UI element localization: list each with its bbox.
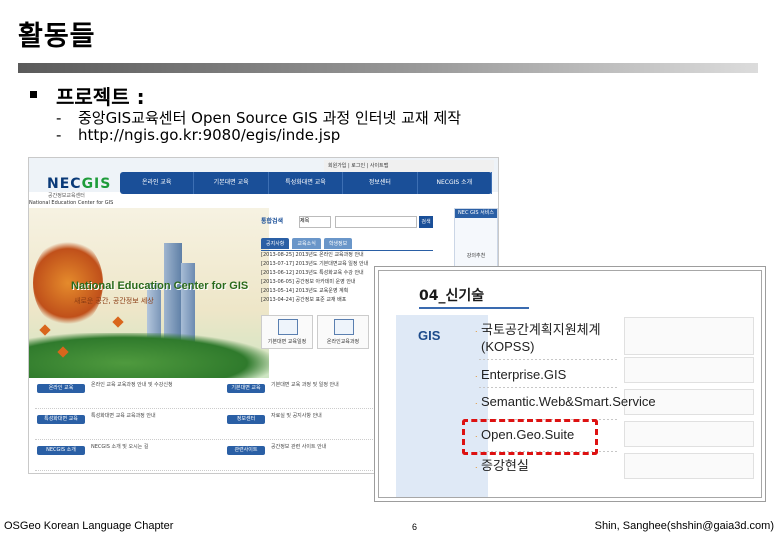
page-number: 6	[412, 522, 418, 532]
footer-right: Shin, Sanghee(shshin@gaia3d.com)	[594, 520, 774, 532]
bullet-dot-icon: .	[475, 324, 478, 334]
hero-banner: National Education Center for GIS 새로운 공간…	[29, 208, 269, 378]
site-breadcrumb: National Education Center for GIS	[29, 200, 114, 206]
side-item: 강의추천	[466, 253, 486, 259]
category-label: GIS	[418, 328, 441, 343]
side-title: NEC GIS 서비스	[455, 209, 497, 218]
list-item-kopss[interactable]: . 국토공간계획지원체계(KOPSS)	[475, 321, 601, 355]
menu-text: 공간정보 관련 사이트 안내	[271, 444, 327, 450]
slide-title: 활동들	[18, 21, 96, 52]
quick-label: 온라인교육과정	[326, 339, 360, 345]
logo-main: NEC	[47, 176, 82, 192]
divider	[479, 387, 619, 388]
menu-text: 특성화대면 교육 교육과정 안내	[91, 413, 156, 419]
site-logo[interactable]: NECGIS	[47, 176, 111, 192]
nav-about[interactable]: NECGIS 소개	[418, 172, 493, 194]
tab-notice[interactable]: 공지사항	[261, 238, 290, 249]
hero-subtitle: 새로운 공간, 공간정보 세상	[74, 297, 154, 305]
side-service-box[interactable]: NEC GIS 서비스 강의추천	[454, 208, 498, 274]
menu-label[interactable]: 온라인 교육	[37, 384, 85, 393]
menu-label[interactable]: 관련사이트	[227, 446, 265, 455]
right-column-cell	[624, 453, 754, 479]
item-text: 국토공간계획지원체계(KOPSS)	[481, 322, 601, 354]
nav-basic[interactable]: 기본대면 교육	[194, 172, 269, 194]
hero-title: National Education Center for GIS	[71, 280, 249, 292]
panel-title: 04_신기술	[419, 285, 529, 309]
nav-special[interactable]: 특성화대면 교육	[269, 172, 344, 194]
quick-link-online[interactable]: 온라인교육과정	[317, 315, 369, 349]
table-row: 온라인 교육 온라인 교육 교육과정 안내 및 수강신청 기본대면 교육 기본대…	[35, 378, 385, 409]
right-column-cell	[624, 421, 754, 447]
menu-text: 기본대면 교육 과정 및 일정 안내	[271, 382, 339, 388]
search-input[interactable]	[335, 216, 417, 228]
nav-info[interactable]: 정보센터	[343, 172, 418, 194]
list-item[interactable]: [2013-07-17] 2013년도 기본대면교육 일정 안내	[261, 260, 433, 269]
tab-edu-news[interactable]: 교육소식	[292, 238, 321, 249]
menu-label[interactable]: 기본대면 교육	[227, 384, 265, 393]
highlight-box	[462, 419, 598, 455]
menu-label[interactable]: 정보센터	[227, 415, 265, 424]
list-item[interactable]: [2013-08-25] 2013년도 온라인 교육과정 안내	[261, 251, 433, 260]
tab-student[interactable]: 학생정보	[323, 238, 353, 249]
news-tabs: 공지사항 교육소식 학생정보	[261, 238, 353, 249]
bullet-dot-icon: .	[475, 460, 478, 470]
site-utility-links[interactable]: 회원가입 | 로그인 | 사이트맵	[324, 160, 494, 172]
menu-label[interactable]: NECGIS 소개	[37, 446, 85, 455]
footer-left: OSGeo Korean Language Chapter	[4, 520, 174, 532]
divider	[479, 359, 619, 360]
list-item-ar[interactable]: . 증강현실	[475, 457, 529, 474]
menu-text: NECGIS 소개 및 오시는 길	[91, 444, 149, 450]
nav-online[interactable]: 온라인 교육	[120, 172, 195, 194]
search-button[interactable]: 검색	[419, 216, 433, 228]
monitor-icon	[334, 319, 354, 335]
title-rule	[18, 63, 758, 73]
list-item-semantic-web[interactable]: . Semantic.Web&Smart.Service	[475, 393, 656, 410]
search-label: 통합검색	[261, 218, 284, 225]
search-type-select[interactable]: 제목	[299, 216, 331, 228]
menu-text: 온라인 교육 교육과정 안내 및 수강신청	[91, 382, 173, 388]
site-bottom-menu: 온라인 교육 온라인 교육 교육과정 안내 및 수강신청 기본대면 교육 기본대…	[35, 378, 385, 471]
title-underline	[419, 307, 529, 309]
item-text: Enterprise.GIS	[481, 367, 567, 382]
leaf-image	[112, 316, 124, 328]
subline-url: - http://ngis.go.kr:9080/egis/inde.jsp	[56, 126, 340, 144]
dash-marker: -	[56, 126, 62, 144]
menu-text: 자료실 및 공지사항 안내	[271, 413, 322, 419]
right-column-cell	[624, 357, 754, 383]
logo-subtitle: 공간정보교육센터	[48, 193, 85, 199]
bullet-dot-icon: .	[475, 396, 478, 406]
menu-label[interactable]: 특성화대면 교육	[37, 415, 85, 424]
logo-accent: GIS	[81, 176, 112, 192]
subline-url-text[interactable]: http://ngis.go.kr:9080/egis/inde.jsp	[78, 126, 340, 144]
table-row: 특성화대면 교육 특성화대면 교육 교육과정 안내 정보센터 자료실 및 공지사…	[35, 409, 385, 440]
book-icon	[278, 319, 298, 335]
bullet-square-icon	[30, 91, 37, 98]
list-item-enterprise-gis[interactable]: . Enterprise.GIS	[475, 366, 567, 383]
new-tech-panel: 04_신기술 GIS . 국토공간계획지원체계(KOPSS) . Enterpr…	[378, 270, 762, 498]
panel-title-text: 04_신기술	[419, 288, 485, 304]
quick-label: 기본대면 교육일정	[267, 339, 307, 345]
item-text: 증강현실	[481, 458, 529, 473]
item-text: Semantic.Web&Smart.Service	[481, 394, 656, 409]
subline-course: - 중앙GIS교육센터 Open Source GIS 과정 인터넷 교재 제작	[56, 107, 461, 128]
bullet-project: 프로젝트 :	[56, 85, 145, 109]
quick-link-schedule[interactable]: 기본대면 교육일정	[261, 315, 313, 349]
bullet-dot-icon: .	[475, 369, 478, 379]
site-search: 통합검색 제목 검색	[261, 216, 436, 228]
subline-course-text: 중앙GIS교육센터 Open Source GIS 과정 인터넷 교재 제작	[78, 109, 462, 127]
table-row: NECGIS 소개 NECGIS 소개 및 오시는 길 관련사이트 공간정보 관…	[35, 440, 385, 471]
dash-marker: -	[56, 109, 62, 127]
right-column-cell	[624, 317, 754, 355]
site-nav: 온라인 교육 기본대면 교육 특성화대면 교육 정보센터 NECGIS 소개	[120, 172, 493, 194]
